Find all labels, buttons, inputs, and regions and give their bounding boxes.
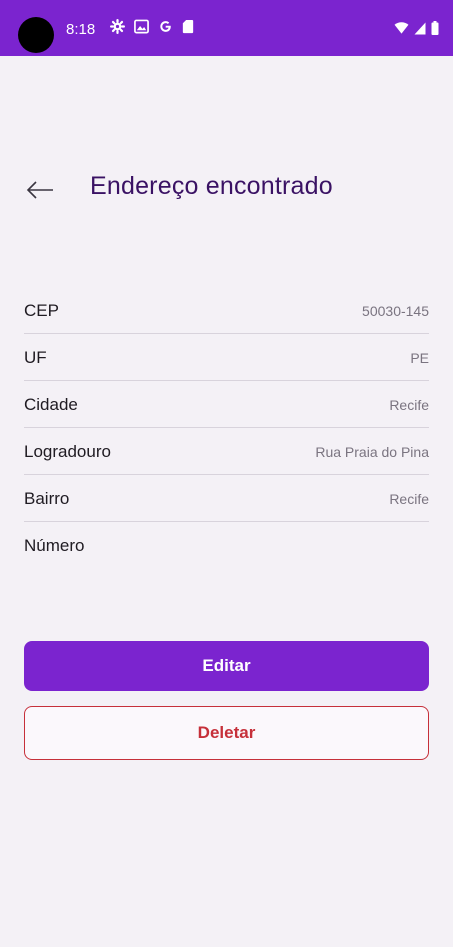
- info-label: CEP: [24, 301, 59, 320]
- sd-card-icon: [182, 19, 194, 34]
- info-label: Número: [24, 536, 85, 555]
- info-label: Cidade: [24, 395, 78, 414]
- info-label: Bairro: [24, 489, 70, 508]
- gear-icon: [110, 19, 125, 34]
- arrow-left-icon: [26, 181, 53, 199]
- info-value: 50030-145: [362, 303, 429, 319]
- top-app-bar: Endereço encontrado: [0, 170, 453, 210]
- gallery-icon: [134, 19, 149, 34]
- status-bar: 8:18: [0, 0, 453, 56]
- status-time: 8:18: [66, 21, 96, 38]
- back-button[interactable]: [24, 174, 56, 206]
- signal-icon: [414, 22, 426, 35]
- info-row-cidade: Cidade Recife: [24, 381, 429, 428]
- page-title: Endereço encontrado: [90, 172, 333, 200]
- info-row-bairro: Bairro Recife: [24, 475, 429, 522]
- edit-button[interactable]: Editar: [24, 641, 429, 691]
- info-row-cep: CEP 50030-145: [24, 287, 429, 334]
- info-value: Recife: [389, 491, 429, 507]
- wifi-icon: [394, 21, 409, 35]
- info-row-logradouro: Logradouro Rua Praia do Pina: [24, 428, 429, 475]
- system-icons: [394, 21, 439, 35]
- camera-cutout: [18, 17, 54, 53]
- battery-icon: [431, 21, 439, 35]
- info-label: Logradouro: [24, 442, 111, 461]
- address-details-list: CEP 50030-145 UF PE Cidade Recife Lograd…: [24, 287, 429, 568]
- google-icon: [158, 19, 173, 34]
- info-value: Recife: [389, 397, 429, 413]
- info-value: PE: [410, 350, 429, 366]
- info-label: UF: [24, 348, 47, 367]
- notification-icons: [110, 19, 194, 34]
- delete-button[interactable]: Deletar: [24, 706, 429, 760]
- info-row-uf: UF PE: [24, 334, 429, 381]
- info-row-numero: Número: [24, 522, 429, 568]
- info-value: Rua Praia do Pina: [315, 444, 429, 460]
